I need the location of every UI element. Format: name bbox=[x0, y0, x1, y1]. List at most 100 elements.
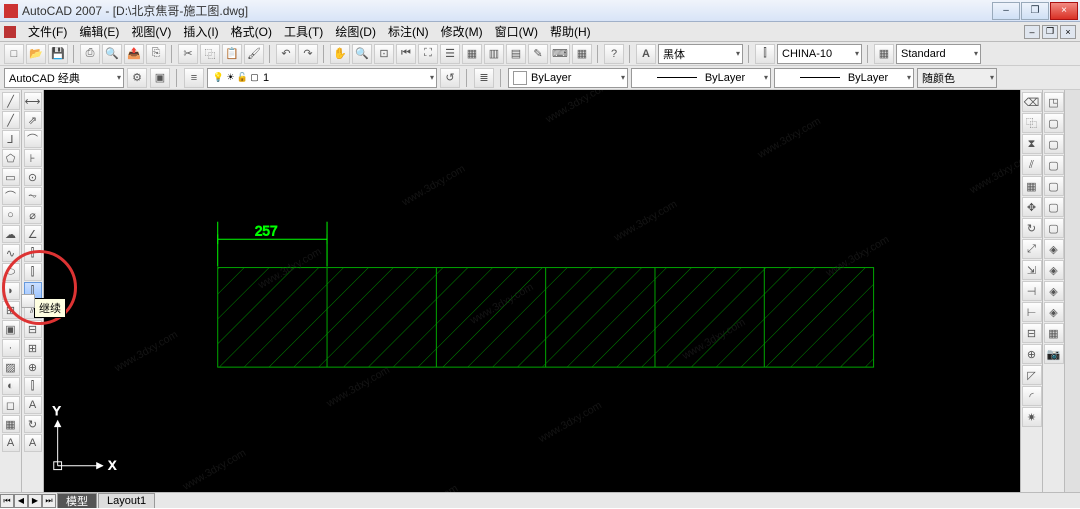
makeblock-tool-icon[interactable]: ▣ bbox=[2, 320, 20, 338]
menu-insert[interactable]: 插入(I) bbox=[177, 23, 224, 40]
layer-prev-icon[interactable]: ↺ bbox=[440, 68, 460, 88]
polyline-tool-icon[interactable]: ⅃ bbox=[2, 130, 20, 148]
menu-file[interactable]: 文件(F) bbox=[22, 23, 73, 40]
bottom-view-icon[interactable]: ▢ bbox=[1044, 134, 1064, 154]
help-icon[interactable]: ? bbox=[604, 44, 624, 64]
calc-icon[interactable]: ▦ bbox=[572, 44, 592, 64]
trim-icon[interactable]: ⊣ bbox=[1022, 281, 1042, 301]
front-view-icon[interactable]: ▢ bbox=[1044, 197, 1064, 217]
minimize-button[interactable]: – bbox=[992, 2, 1020, 20]
point-tool-icon[interactable]: · bbox=[2, 339, 20, 357]
menu-format[interactable]: 格式(O) bbox=[225, 23, 278, 40]
spline-tool-icon[interactable]: ∿ bbox=[2, 244, 20, 262]
rotate-icon[interactable]: ↻ bbox=[1022, 218, 1042, 238]
stretch-icon[interactable]: ⇲ bbox=[1022, 260, 1042, 280]
tab-prev-button[interactable]: ◀ bbox=[14, 494, 28, 508]
close-button[interactable]: × bbox=[1050, 2, 1078, 20]
workspace-save-icon[interactable]: ▣ bbox=[150, 68, 170, 88]
zoom-window-icon[interactable]: ⊡ bbox=[374, 44, 394, 64]
rectangle-tool-icon[interactable]: ▭ bbox=[2, 168, 20, 186]
arc-tool-icon[interactable]: ⌒ bbox=[2, 187, 20, 205]
menu-view[interactable]: 视图(V) bbox=[125, 23, 177, 40]
color-select[interactable]: ByLayer bbox=[508, 68, 628, 88]
save-file-icon[interactable]: 💾 bbox=[48, 44, 68, 64]
ne-iso-icon[interactable]: ◈ bbox=[1044, 281, 1064, 301]
ellipsearc-tool-icon[interactable]: ◗ bbox=[2, 282, 20, 300]
cut-icon[interactable]: ✂ bbox=[178, 44, 198, 64]
gradient-tool-icon[interactable]: ◐ bbox=[2, 377, 20, 395]
tab-model[interactable]: 模型 bbox=[57, 493, 97, 508]
dim-edit-icon[interactable]: ⫿ bbox=[24, 377, 42, 395]
mirror-icon[interactable]: ⧗ bbox=[1022, 134, 1042, 154]
undo-icon[interactable]: ↶ bbox=[276, 44, 296, 64]
dimstyle-select[interactable]: CHINA-10 bbox=[777, 44, 862, 64]
dim-ordinate-icon[interactable]: ⊦ bbox=[24, 149, 42, 167]
circle-tool-icon[interactable]: ○ bbox=[2, 206, 20, 224]
dim-baseline-icon[interactable]: ⫿ bbox=[24, 263, 42, 281]
menu-modify[interactable]: 修改(M) bbox=[435, 23, 489, 40]
menu-tools[interactable]: 工具(T) bbox=[278, 23, 329, 40]
nw-iso-icon[interactable]: ◈ bbox=[1044, 302, 1064, 322]
tolerance-icon[interactable]: ⊞ bbox=[24, 339, 42, 357]
back-view-icon[interactable]: ▢ bbox=[1044, 218, 1064, 238]
new-file-icon[interactable]: □ bbox=[4, 44, 24, 64]
tab-last-button[interactable]: ⏭ bbox=[42, 494, 56, 508]
menu-help[interactable]: 帮助(H) bbox=[544, 23, 597, 40]
dim-linear-icon[interactable]: ⟷ bbox=[24, 92, 42, 110]
designcenter-icon[interactable]: ▦ bbox=[462, 44, 482, 64]
fillet-icon[interactable]: ◜ bbox=[1022, 386, 1042, 406]
dim-tedit-icon[interactable]: A bbox=[24, 396, 42, 414]
layer-select[interactable]: 💡 ☀ 🔓 ▢ 1 bbox=[207, 68, 437, 88]
paste-icon[interactable]: 📋 bbox=[222, 44, 242, 64]
publish-icon[interactable]: 📤 bbox=[124, 44, 144, 64]
menu-dimension[interactable]: 标注(N) bbox=[382, 23, 435, 40]
zoom-realtime-icon[interactable]: 🔍 bbox=[352, 44, 372, 64]
maximize-button[interactable]: ❐ bbox=[1021, 2, 1049, 20]
dim-radius-icon[interactable]: ⊙ bbox=[24, 168, 42, 186]
array-icon[interactable]: ▦ bbox=[1022, 176, 1042, 196]
zoom-extents-icon[interactable]: ⛶ bbox=[418, 44, 438, 64]
line-tool-icon[interactable]: ╱ bbox=[2, 92, 20, 110]
menu-edit[interactable]: 编辑(E) bbox=[73, 23, 125, 40]
join-icon[interactable]: ⊕ bbox=[1022, 344, 1042, 364]
move-icon[interactable]: ✥ bbox=[1022, 197, 1042, 217]
dim-arc-icon[interactable]: ⌒ bbox=[24, 130, 42, 148]
properties-icon[interactable]: ☰ bbox=[440, 44, 460, 64]
view3d-icon[interactable]: ◳ bbox=[1044, 92, 1064, 112]
top-view-icon[interactable]: ▢ bbox=[1044, 113, 1064, 133]
revcloud-tool-icon[interactable]: ☁ bbox=[2, 225, 20, 243]
insertblock-tool-icon[interactable]: ⊞ bbox=[2, 301, 20, 319]
dim-aligned-icon[interactable]: ⇗ bbox=[24, 111, 42, 129]
offset-icon[interactable]: ⫽ bbox=[1022, 155, 1042, 175]
workspace-select[interactable]: AutoCAD 经典 bbox=[4, 68, 124, 88]
scale-icon[interactable]: ⤢ bbox=[1022, 239, 1042, 259]
chamfer-icon[interactable]: ◸ bbox=[1022, 365, 1042, 385]
tab-next-button[interactable]: ▶ bbox=[28, 494, 42, 508]
center-mark-icon[interactable]: ⊕ bbox=[24, 358, 42, 376]
toolpalette-icon[interactable]: ▥ bbox=[484, 44, 504, 64]
lineweight-select[interactable]: ByLayer bbox=[774, 68, 914, 88]
copy-obj-icon[interactable]: ⿻ bbox=[1022, 113, 1042, 133]
menu-draw[interactable]: 绘图(D) bbox=[329, 23, 382, 40]
se-iso-icon[interactable]: ◈ bbox=[1044, 260, 1064, 280]
match-icon[interactable]: 🖌 bbox=[244, 44, 264, 64]
linetype-select[interactable]: ByLayer bbox=[631, 68, 771, 88]
dim-update-icon[interactable]: ↻ bbox=[24, 415, 42, 433]
dim-jogged-icon[interactable]: ⏦ bbox=[24, 187, 42, 205]
drawing-canvas[interactable]: X Y 257 bbox=[44, 90, 1020, 492]
dim-angular-icon[interactable]: ∠ bbox=[24, 225, 42, 243]
mdi-minimize-button[interactable]: – bbox=[1024, 25, 1040, 39]
ellipse-tool-icon[interactable]: ⬭ bbox=[2, 263, 20, 281]
pan-icon[interactable]: ✋ bbox=[330, 44, 350, 64]
workspace-settings-icon[interactable]: ⚙ bbox=[127, 68, 147, 88]
mtext-tool-icon[interactable]: A bbox=[2, 434, 20, 452]
quickcalc-icon[interactable]: ⌨ bbox=[550, 44, 570, 64]
polygon-tool-icon[interactable]: ⬠ bbox=[2, 149, 20, 167]
left-view-icon[interactable]: ▢ bbox=[1044, 155, 1064, 175]
table-tool-icon[interactable]: ▦ bbox=[2, 415, 20, 433]
sw-iso-icon[interactable]: ◈ bbox=[1044, 239, 1064, 259]
break-icon[interactable]: ⊟ bbox=[1022, 323, 1042, 343]
dim-break-icon[interactable]: ⊟ bbox=[24, 320, 42, 338]
camera-icon[interactable]: 📷 bbox=[1044, 344, 1064, 364]
menu-window[interactable]: 窗口(W) bbox=[489, 23, 544, 40]
